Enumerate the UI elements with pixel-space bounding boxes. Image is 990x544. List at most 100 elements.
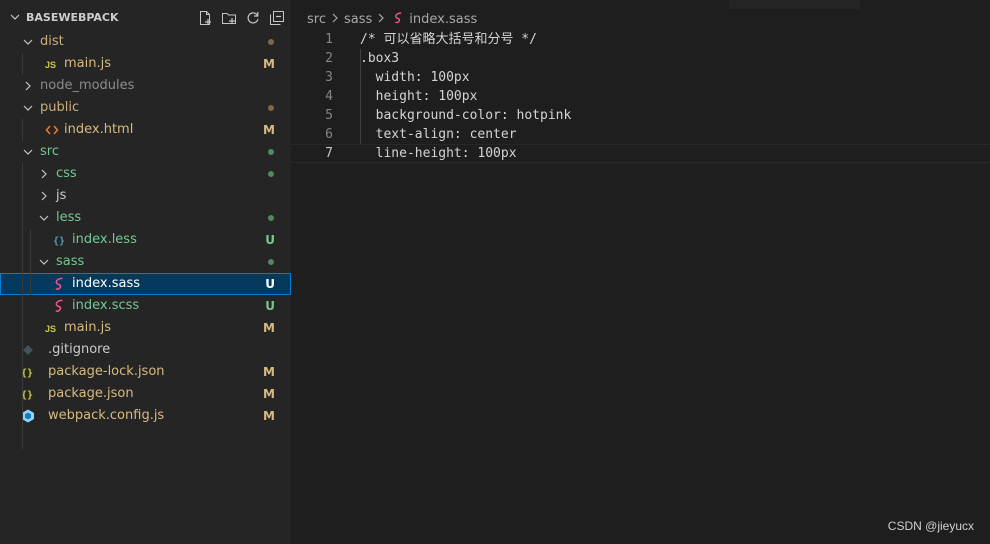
tree-folder-node-modules[interactable]: node_modules [0, 75, 291, 97]
git-status-badge: U [265, 299, 275, 313]
tree-file-index-sass[interactable]: index.sass U [0, 273, 291, 295]
file-tree: dist JS main.js Mnode_modulespublic index.ht… [0, 31, 291, 449]
breadcrumb-item-sass[interactable]: sass [344, 12, 372, 27]
tree-item-label: index.sass [72, 276, 140, 291]
tree-item-label: webpack.config.js [48, 408, 165, 423]
chevron-down-icon [20, 144, 36, 160]
code-text[interactable]: height: 100px [360, 87, 478, 106]
chevron-right-icon [328, 11, 342, 25]
code-line[interactable]: 1 /* 可以省略大括号和分号 */ [291, 30, 990, 49]
tree-item-label: package-lock.json [48, 364, 165, 379]
explorer-title: BASEWEBPACK [26, 10, 119, 24]
git-status-badge: M [263, 57, 275, 71]
tree-item-label: sass [56, 254, 85, 269]
explorer-header[interactable]: BASEWEBPACK [0, 0, 291, 34]
git-status-badge: U [265, 233, 275, 247]
git-status-dot [268, 259, 274, 265]
tree-indent-guide [22, 119, 23, 141]
chevron-down-icon [36, 254, 52, 270]
tree-file--gitignore[interactable]: .gitignore [0, 339, 291, 361]
git-status-dot [268, 39, 274, 45]
git-status-dot [268, 149, 274, 155]
javascript-file-icon: JS [44, 56, 60, 72]
git-status-dot [268, 105, 274, 111]
tree-folder-js[interactable]: js [0, 185, 291, 207]
tree-folder-dist[interactable]: dist [0, 31, 291, 53]
explorer-actions [197, 10, 285, 26]
tree-item-label: css [56, 166, 77, 181]
tree-indent-guide [22, 53, 23, 75]
chevron-right-icon [20, 78, 36, 94]
breadcrumb-item-src[interactable]: src [307, 12, 326, 27]
breadcrumb: src sass index.sass [307, 10, 477, 30]
tree-item-label: public [40, 100, 80, 115]
git-status-badge: M [263, 123, 275, 137]
less-file-icon: {} [52, 232, 68, 248]
code-text[interactable]: /* 可以省略大括号和分号 */ [360, 30, 537, 49]
git-status-badge: M [263, 387, 275, 401]
new-file-icon[interactable] [197, 10, 213, 26]
chevron-down-icon[interactable] [9, 11, 21, 23]
code-editor[interactable]: 1/* 可以省略大括号和分号 */2 .box3 3 width: 100px 4 h… [291, 30, 990, 163]
code-line[interactable]: 6 text-align: center [291, 125, 990, 144]
breadcrumb-file[interactable]: index.sass [409, 12, 477, 27]
tree-item-label: dist [40, 34, 64, 49]
tree-file-main-js[interactable]: JS main.js M [0, 53, 291, 75]
tree-indent-guide [30, 229, 31, 295]
tree-folder-sass[interactable]: sass [0, 251, 291, 273]
tab-strip [729, 0, 860, 9]
new-folder-icon[interactable] [221, 10, 237, 26]
code-text[interactable]: background-color: hotpink [360, 106, 572, 125]
tree-folder-css[interactable]: css [0, 163, 291, 185]
tree-file-index-less[interactable]: {} index.less U [0, 229, 291, 251]
code-text[interactable]: line-height: 100px [360, 144, 517, 163]
tree-item-label: .gitignore [48, 342, 111, 357]
chevron-down-icon [36, 210, 52, 226]
line-number: 6 [325, 127, 333, 142]
tree-file-main-js[interactable]: JS main.js M [0, 317, 291, 339]
chevron-right-icon [374, 11, 388, 25]
chevron-down-icon [20, 100, 36, 116]
editor-area: src sass index.sass 1 /* 可以省略大括号和分号 */ 2 .box… [291, 0, 990, 544]
git-status-badge: U [265, 277, 275, 291]
svg-text:{}: {} [53, 236, 65, 247]
git-status-badge: M [263, 321, 275, 335]
collapse-all-icon[interactable] [269, 10, 285, 26]
code-line[interactable]: 4 height: 100px [291, 87, 990, 106]
tree-file-index-html[interactable]: index.html M [0, 119, 291, 141]
tree-folder-src[interactable]: src [0, 141, 291, 163]
tree-item-label: main.js [64, 56, 111, 71]
line-number: 1 [325, 32, 333, 47]
code-line[interactable]: 7 line-height: 100px [291, 144, 990, 163]
tree-file-webpack-config-js[interactable]: webpack.config.js M [0, 405, 291, 427]
tree-item-label: less [56, 210, 82, 225]
html-file-icon [44, 122, 60, 138]
line-number: 3 [325, 70, 333, 85]
code-line[interactable]: 2 .box3 [291, 49, 990, 68]
tree-item-label: js [56, 188, 67, 203]
tree-file-package-lock-json[interactable]: {} package-lock.json M [0, 361, 291, 383]
tree-item-label: src [40, 144, 59, 159]
tree-item-label: index.scss [72, 298, 140, 313]
sass-file-icon [392, 11, 406, 25]
tree-file-index-scss[interactable]: index.scss U [0, 295, 291, 317]
refresh-icon[interactable] [245, 10, 261, 26]
tree-item-label: index.html [64, 122, 134, 137]
code-text[interactable]: .box3 [360, 49, 399, 68]
line-number: 7 [325, 146, 333, 161]
tree-file-package-json[interactable]: {} package.json M [0, 383, 291, 405]
svg-text:JS: JS [45, 60, 56, 70]
tree-item-label: package.json [48, 386, 134, 401]
code-text[interactable]: text-align: center [360, 125, 517, 144]
code-line[interactable]: 3 width: 100px [291, 68, 990, 87]
watermark: CSDN @jieyucx [887, 519, 974, 533]
code-text[interactable]: width: 100px [360, 68, 470, 87]
tree-item-label: main.js [64, 320, 111, 335]
tree-indent-guide [22, 163, 23, 449]
explorer-sidebar: BASEWEBPACK dist JS main.js Mnode_modulespu… [0, 0, 291, 544]
code-line[interactable]: 5 background-color: hotpink [291, 106, 990, 125]
line-number: 4 [325, 89, 333, 104]
tree-folder-less[interactable]: less [0, 207, 291, 229]
tree-folder-public[interactable]: public [0, 97, 291, 119]
line-number: 5 [325, 108, 333, 123]
